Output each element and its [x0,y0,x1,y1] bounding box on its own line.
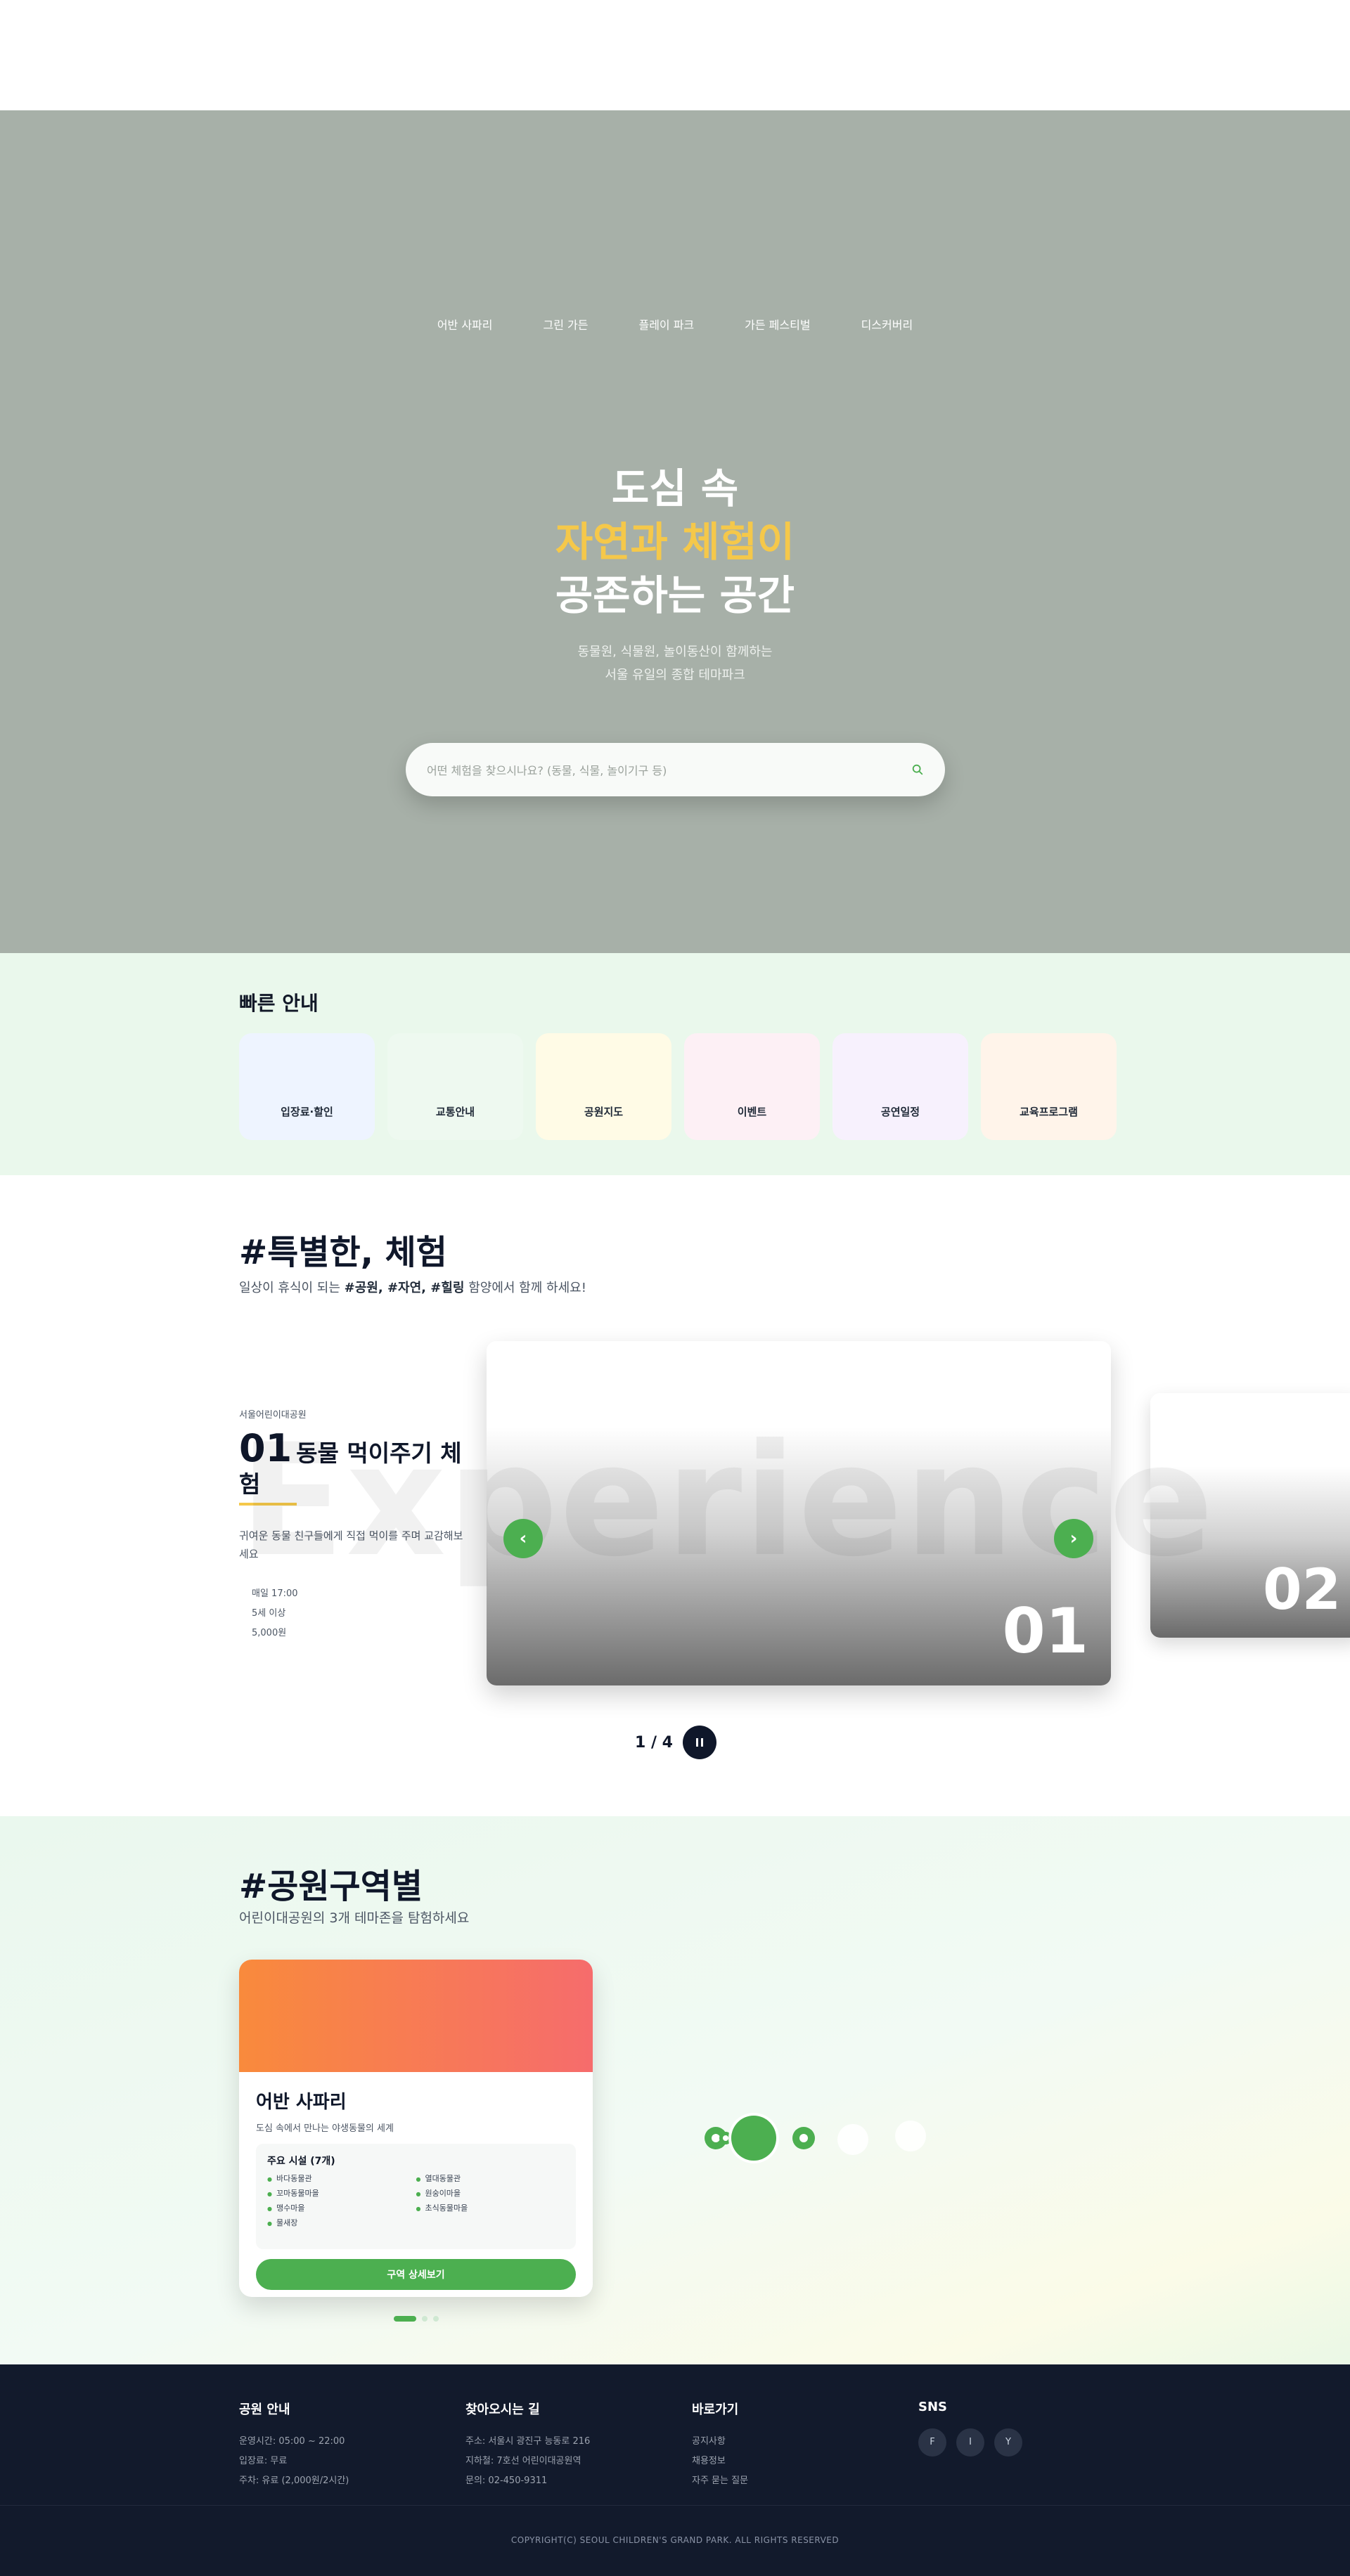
footer-links: 바로가기 공지사항 채용정보 자주 묻는 질문 [692,2400,748,2491]
experience-section: #특별한, 체험 일상이 휴식이 되는 #공원, #자연, #힐링 함양에서 함… [0,1175,1350,1816]
meta-age: 5세 이상 [252,1608,286,1619]
quick-card-education[interactable]: 교육프로그램 [981,1033,1117,1140]
facebook-icon[interactable]: F [918,2428,946,2457]
copyright: COPYRIGHT(C) SEOUL CHILDREN'S GRAND PARK… [510,2535,840,2545]
youtube-icon[interactable]: Y [994,2428,1022,2457]
next-arrow-icon[interactable]: › [1054,1519,1093,1558]
slide-number: 01 [1002,1595,1088,1667]
quick-title: 빠른 안내 [239,992,319,1015]
nav-item-urban-safari[interactable]: 어반 사파리 [437,316,493,332]
footer-link-faq[interactable]: 자주 묻는 질문 [692,2471,748,2491]
footer-directions: 찾아오시는 길 주소: 서울시 광진구 능동로 216 지하철: 7호선 어린이… [465,2402,591,2486]
hero-nav: 어반 사파리 그린 가든 플레이 파크 가든 페스티벌 디스커버리 [0,316,1350,332]
experience-subtitle: 일상이 휴식이 되는 #공원, #자연, #힐링 함양에서 함께 하세요! [239,1281,586,1295]
footer-info: 공원 안내 운영시간: 05:00 ~ 22:00 입장료: 무료 주차: 유료… [239,2402,349,2486]
quick-card-fee[interactable]: 입장료·할인 [239,1033,375,1140]
nav-item-green-garden[interactable]: 그린 가든 [544,316,589,332]
experience-meta: 매일 17:00 5세 이상 5,000원 [239,1584,464,1643]
footer-link-recruit[interactable]: 채용정보 [692,2452,748,2471]
pager-count: 1 / 4 [635,1733,673,1752]
experience-title: #특별한, 체험 [239,1233,447,1272]
search-bar[interactable]: 어떤 체험을 찾으시나요? (동물, 식물, 놀이기구 등) [406,743,945,796]
prev-arrow-icon[interactable]: ‹ [503,1519,543,1558]
quick-card-map[interactable]: 공원지도 [536,1033,671,1140]
zones-section: #공원구역별 어린이대공원의 3개 테마존을 탐험하세요 어반 사파리 도심 속… [0,1816,1350,2364]
experience-pause-button[interactable] [682,1726,716,1759]
instagram-icon[interactable]: I [956,2428,984,2457]
footer-sns: SNS F I Y [918,2400,1022,2457]
footer: 공원 안내 운영시간: 05:00 ~ 22:00 입장료: 무료 주차: 유료… [0,2364,1350,2576]
meta-price: 5,000원 [252,1628,287,1638]
experience-pager: 1 / 4 [635,1726,716,1759]
footer-link-notice[interactable]: 공지사항 [692,2432,748,2452]
quick-cards: 입장료·할인 교통안내 공원지도 이벤트 공연일정 교육프로그램 [239,1033,1117,1140]
zone-node-inactive[interactable] [837,2124,868,2155]
quick-card-transport[interactable]: 교통안내 [387,1033,523,1140]
nav-item-play-park[interactable]: 플레이 파크 [638,316,694,332]
experience-watermark: Experience [239,1411,1216,1591]
hero-section: 어반 사파리 그린 가든 플레이 파크 가든 페스티벌 디스커버리 도심 속 자… [0,110,1350,1040]
search-icon[interactable] [911,763,924,776]
nav-item-discovery[interactable]: 디스커버리 [861,316,913,332]
quick-card-event[interactable]: 이벤트 [684,1033,820,1140]
zone-node-active[interactable] [731,2116,776,2161]
hero-subtitle: 동물원, 식물원, 놀이동산이 함께하는 서울 유일의 종합 테마파크 [577,645,773,682]
footer-divider [0,2505,1350,2506]
zone-node-inactive[interactable] [895,2121,926,2151]
hero-title: 도심 속 자연과 체험이 공존하는 공간 [555,465,795,619]
next-slide-number: 02 [1263,1557,1342,1622]
zone-selector [705,2113,926,2163]
quick-card-show[interactable]: 공연일정 [832,1033,968,1140]
search-input[interactable]: 어떤 체험을 찾으시나요? (동물, 식물, 놀이기구 등) [427,761,911,778]
nav-item-garden-festival[interactable]: 가든 페스티벌 [745,316,810,332]
quick-guide-section: 빠른 안내 입장료·할인 교통안내 공원지도 이벤트 공연일정 교육프로그램 [0,953,1350,1175]
